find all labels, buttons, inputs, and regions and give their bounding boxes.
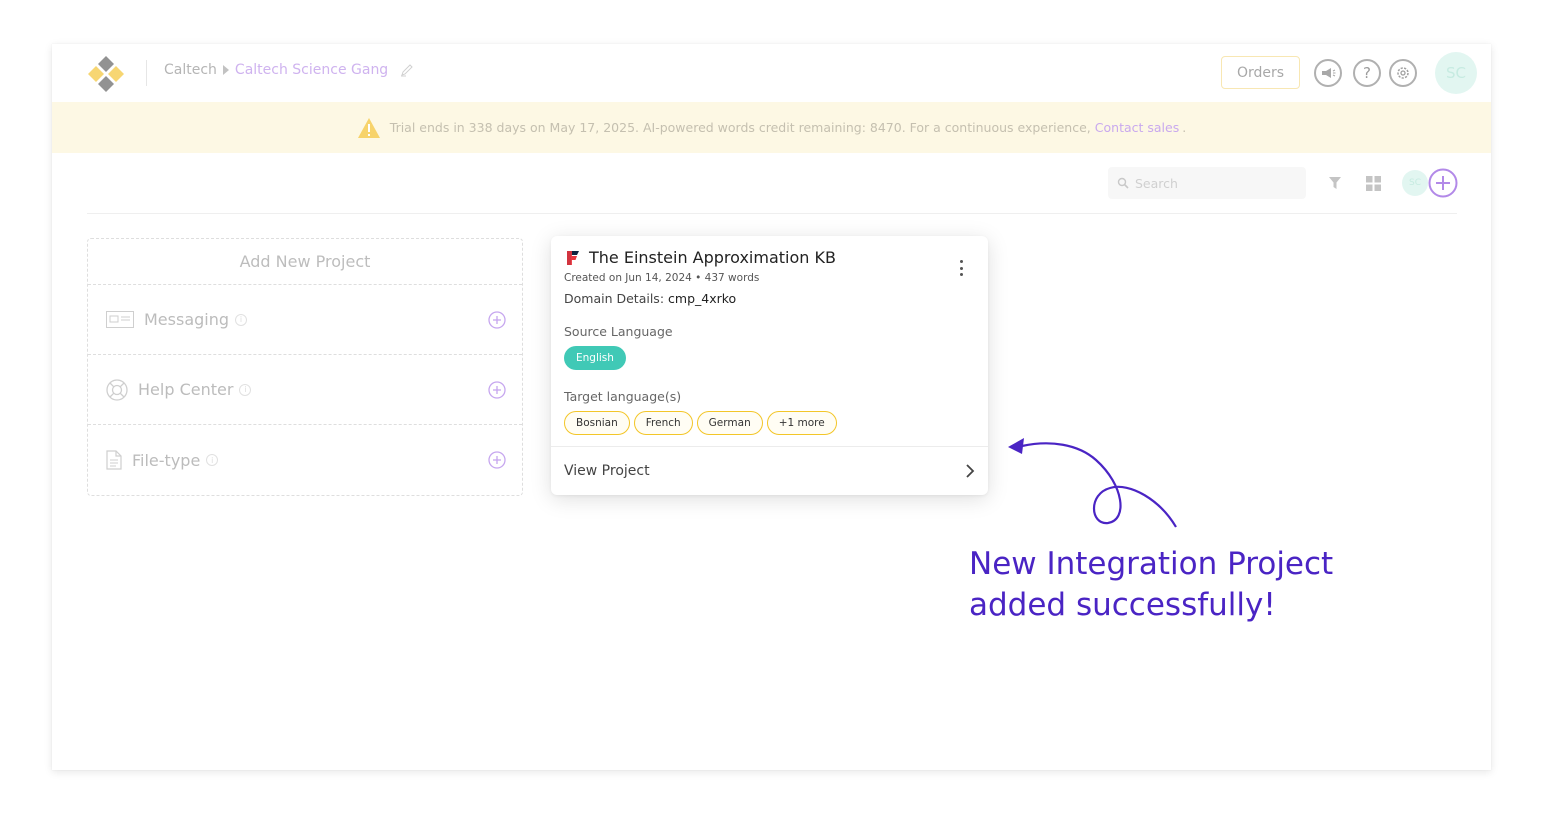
grid-view-icon[interactable] <box>1366 176 1381 191</box>
search-input[interactable] <box>1135 175 1295 191</box>
source-language-label: Source Language <box>564 324 673 339</box>
add-messaging-row[interactable]: Messaging i <box>88 285 522 355</box>
target-language-chip: Bosnian <box>564 411 630 435</box>
target-language-chip: French <box>633 411 693 435</box>
question-icon: ? <box>1363 64 1371 82</box>
trial-message-suffix: . <box>1182 120 1187 135</box>
help-center-label: Help Center <box>138 380 234 399</box>
header-divider <box>146 60 147 86</box>
announcements-button[interactable] <box>1314 59 1342 87</box>
breadcrumb-workspace[interactable]: Caltech Science Gang <box>235 62 388 78</box>
domain-label: Domain Details: <box>564 291 665 306</box>
integration-brand-icon <box>567 250 579 265</box>
add-help-center-plus-icon[interactable] <box>488 381 506 399</box>
help-button[interactable]: ? <box>1353 59 1381 87</box>
gear-icon <box>1397 67 1409 79</box>
add-messaging-plus-icon[interactable] <box>488 311 506 329</box>
add-member-button[interactable] <box>1428 168 1458 198</box>
file-type-label: File-type <box>132 450 201 470</box>
target-language-chip: German <box>696 411 763 435</box>
settings-button[interactable] <box>1389 59 1417 87</box>
project-title-row: The Einstein Approximation KB <box>566 248 836 267</box>
domain-value: cmp_4xrko <box>668 291 737 306</box>
app-logo-icon[interactable] <box>86 54 126 94</box>
app-window: Caltech Caltech Science Gang Orders ? SC <box>52 44 1491 770</box>
search-icon <box>1117 177 1129 189</box>
member-avatar[interactable]: SC <box>1402 170 1428 196</box>
add-help-center-row[interactable]: Help Center i <box>88 355 522 425</box>
toolbar-divider <box>87 213 1457 214</box>
more-languages-chip[interactable]: +1 more <box>766 411 837 435</box>
domain-details: Domain Details: cmp_4xrko <box>564 291 736 306</box>
project-title[interactable]: The Einstein Approximation KB <box>589 248 836 267</box>
chevron-right-icon <box>966 464 975 478</box>
orders-button[interactable]: Orders <box>1221 56 1300 89</box>
warning-icon <box>357 117 380 138</box>
breadcrumb: Caltech Caltech Science Gang <box>164 62 414 78</box>
project-meta: Created on Jun 14, 2024 • 437 words <box>564 272 760 284</box>
annotation-line-1: New Integration Project <box>969 546 1334 582</box>
view-project-label: View Project <box>564 463 650 479</box>
add-new-project-title: Add New Project <box>88 239 522 285</box>
view-project-button[interactable]: View Project <box>551 447 988 495</box>
info-icon[interactable]: i <box>235 313 248 326</box>
trial-message: Trial ends in 338 days on May 17, 2025. … <box>389 120 1091 135</box>
messaging-label: Messaging <box>144 310 230 329</box>
info-icon[interactable]: i <box>239 383 252 396</box>
project-card[interactable]: The Einstein Approximation KB Created on… <box>551 236 988 495</box>
add-file-type-row[interactable]: File-type i <box>88 425 522 495</box>
info-icon[interactable]: i <box>206 454 219 466</box>
filter-icon[interactable] <box>1328 176 1342 190</box>
file-icon <box>106 450 122 470</box>
search-box[interactable] <box>1108 167 1306 199</box>
messaging-icon <box>106 310 134 330</box>
user-avatar[interactable]: SC <box>1435 52 1477 94</box>
annotation-line-2: added successfully! <box>969 587 1276 623</box>
add-new-project-panel: Add New Project Messaging i Help Center … <box>87 238 523 496</box>
contact-sales-link[interactable]: Contact sales <box>1095 120 1179 135</box>
top-header: Caltech Caltech Science Gang Orders ? SC <box>52 44 1491 102</box>
target-language-label: Target language(s) <box>564 389 682 404</box>
help-center-icon <box>106 378 128 401</box>
breadcrumb-caret-icon <box>222 65 229 75</box>
breadcrumb-org[interactable]: Caltech <box>164 62 217 78</box>
target-language-chips: Bosnian French German +1 more <box>564 411 837 435</box>
source-language-chip: English <box>564 346 626 370</box>
annotation-arrow-icon <box>1008 438 1177 528</box>
success-annotation: New Integration Project added successful… <box>969 544 1333 626</box>
more-options-icon[interactable] <box>958 260 964 276</box>
trial-banner: Trial ends in 338 days on May 17, 2025. … <box>52 102 1491 153</box>
edit-pencil-icon[interactable] <box>400 63 414 77</box>
add-file-type-plus-icon[interactable] <box>488 451 506 469</box>
megaphone-icon <box>1322 68 1336 78</box>
